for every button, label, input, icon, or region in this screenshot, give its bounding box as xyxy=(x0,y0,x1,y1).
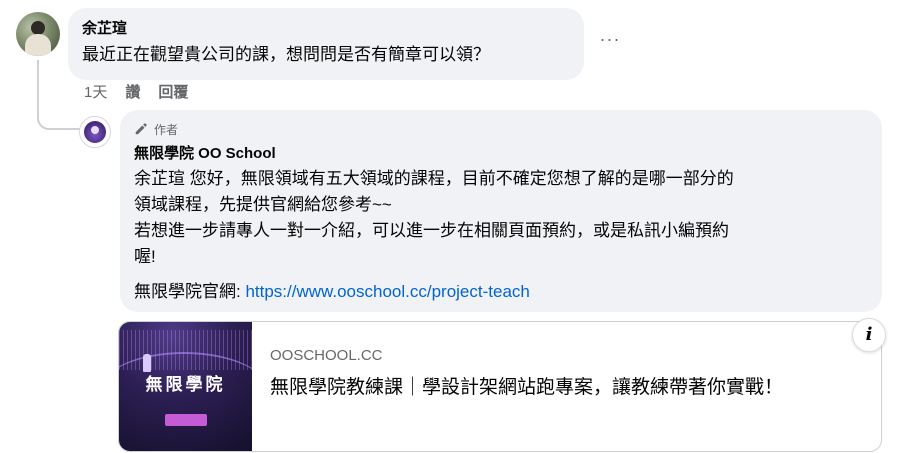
website-label: 無限學院官網: xyxy=(134,282,246,301)
thumbnail-title: 無限學院 xyxy=(145,375,226,395)
author-badge: 作者 xyxy=(134,120,868,138)
link-preview-card[interactable]: 無限學院 OOSCHOOL.CC 無限學院教練課｜學設計架網站跑專案，讓教練帶著… xyxy=(118,321,882,452)
comment-text: 最近正在觀望貴公司的課，想問問是否有簡章可以領？ xyxy=(82,45,490,64)
reply-line: 喔! xyxy=(134,247,156,266)
website-line: 無限學院官網: https://www.ooschool.cc/project-… xyxy=(134,280,868,304)
user-avatar[interactable] xyxy=(16,12,60,56)
thread-connector xyxy=(37,60,81,130)
avatar-body-shape xyxy=(25,34,51,56)
info-icon[interactable]: i xyxy=(852,318,886,352)
avatar-head-shape xyxy=(31,21,45,35)
page-logo-dot xyxy=(91,126,99,134)
link-preview-thumbnail: 無限學院 xyxy=(119,322,252,451)
link-preview-title: 無限學院教練課｜學設計架網站跑專案，讓教練帶著你實戰！ xyxy=(270,377,784,398)
comment-timestamp[interactable]: 1天 xyxy=(84,81,107,103)
reply-line: 若想進一步請專人一對一介紹，可以進一步在相關頁面預約，或是私訊小編預約 xyxy=(134,221,729,240)
pencil-icon xyxy=(135,123,147,135)
like-button[interactable]: 讚 xyxy=(125,81,140,103)
author-badge-label: 作者 xyxy=(154,122,179,137)
reply-author-name[interactable]: 無限學院 OO School xyxy=(134,144,868,164)
website-link[interactable]: https://www.ooschool.cc/project-teach xyxy=(245,282,529,301)
comment-bubble: 余芷瑄 最近正在觀望貴公司的課，想問問是否有簡章可以領？ xyxy=(68,8,584,80)
reply-line: 余芷瑄 您好，無限領域有五大領域的課程，目前不確定您想了解的是哪一部分的 xyxy=(134,169,734,188)
page-avatar[interactable] xyxy=(79,116,111,148)
reply-bubble: 作者 無限學院 OO School 余芷瑄 您好，無限領域有五大領域的課程，目前… xyxy=(120,110,882,312)
thumbnail-button-shape xyxy=(165,414,207,426)
reply-button[interactable]: 回覆 xyxy=(158,81,188,103)
comment-author-name[interactable]: 余芷瑄 xyxy=(82,19,570,39)
reply-text: 余芷瑄 您好，無限領域有五大領域的課程，目前不確定您想了解的是哪一部分的 領域課… xyxy=(134,166,868,270)
link-preview-domain: OOSCHOOL.CC xyxy=(270,347,383,364)
more-options-button[interactable]: ··· xyxy=(596,30,624,56)
comment-actions: 1天 讚 回覆 xyxy=(84,81,188,103)
reply-line: 領域課程，先提供官網給您參考~~ xyxy=(134,195,392,214)
